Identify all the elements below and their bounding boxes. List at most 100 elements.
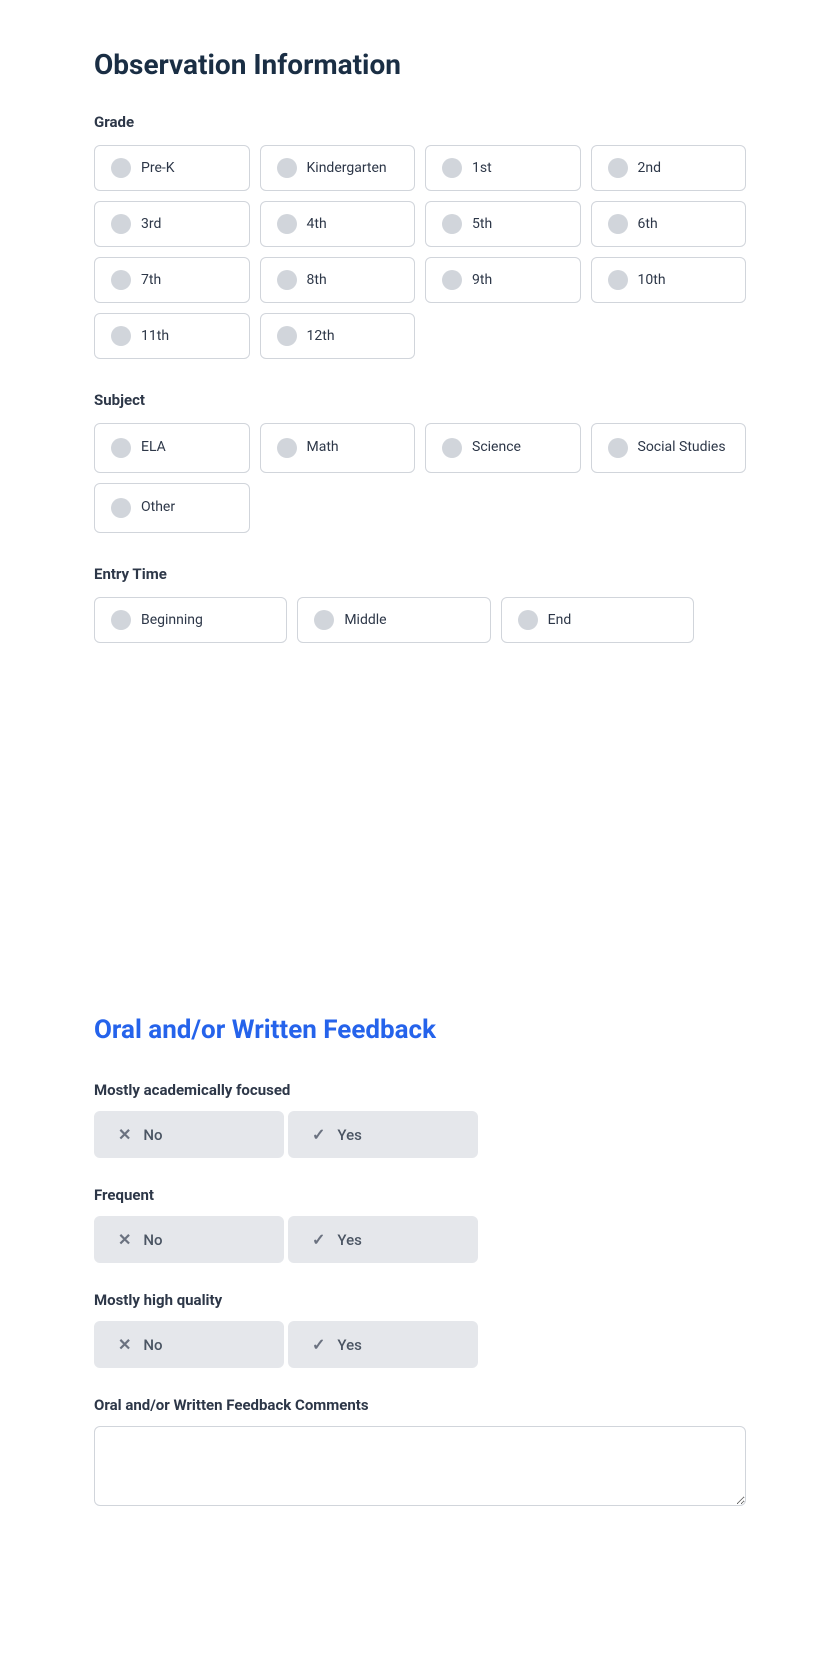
radio-circle [442,214,462,234]
radio-circle [111,610,131,630]
toggle-no-label: No [143,1336,162,1354]
x-icon: ✕ [118,1230,131,1249]
entry-time-field-group: Entry Time Beginning Middle End [94,565,746,643]
grade-option-4th[interactable]: 4th [260,201,416,247]
grade-option-1st-label: 1st [472,160,492,176]
subject-option-science[interactable]: Science [425,423,581,473]
radio-circle [442,158,462,178]
subject-grid: ELA Math Science Social Studies Oth [94,423,746,533]
radio-circle [442,438,462,458]
feedback-label-frequent: Frequent [94,1186,746,1204]
entry-time-option-end[interactable]: End [501,597,694,643]
entry-time-option-middle-label: Middle [344,612,386,628]
grade-option-prek-label: Pre-K [141,160,175,176]
radio-circle [314,610,334,630]
toggle-yes-label: Yes [337,1231,361,1249]
toggle-no-label: No [143,1231,162,1249]
radio-circle [111,270,131,290]
subject-option-math[interactable]: Math [260,423,416,473]
subject-field-group: Subject ELA Math Science Social Studies [94,391,746,533]
toggle-yes-label: Yes [337,1126,361,1144]
radio-circle [608,438,628,458]
feedback-label-high-quality: Mostly high quality [94,1291,746,1309]
entry-time-option-middle[interactable]: Middle [297,597,490,643]
grade-option-10th[interactable]: 10th [591,257,747,303]
grade-option-3rd-label: 3rd [141,216,161,232]
radio-circle [111,438,131,458]
observation-section: Observation Information Grade Pre-K Kind… [94,48,746,643]
toggle-yes-frequent[interactable]: ✓ Yes [288,1216,478,1263]
grade-option-6th[interactable]: 6th [591,201,747,247]
feedback-field-academically-focused: Mostly academically focused ✕ No ✓ Yes [94,1081,746,1158]
grade-option-9th-label: 9th [472,272,492,288]
grade-option-2nd[interactable]: 2nd [591,145,747,191]
observation-section-title: Observation Information [94,48,746,81]
grade-option-11th[interactable]: 11th [94,313,250,359]
feedback-label-academically-focused: Mostly academically focused [94,1081,746,1099]
radio-circle [277,214,297,234]
subject-option-other[interactable]: Other [94,483,250,533]
grade-option-5th-label: 5th [472,216,492,232]
toggle-no-frequent[interactable]: ✕ No [94,1216,284,1263]
feedback-field-high-quality: Mostly high quality ✕ No ✓ Yes [94,1291,746,1368]
grade-option-1st[interactable]: 1st [425,145,581,191]
grade-grid: Pre-K Kindergarten 1st 2nd 3rd [94,145,746,359]
subject-option-social-studies[interactable]: Social Studies [591,423,747,473]
radio-circle [608,270,628,290]
grade-option-12th-label: 12th [307,328,335,344]
toggle-yes-academically-focused[interactable]: ✓ Yes [288,1111,478,1158]
check-icon: ✓ [312,1335,325,1354]
entry-time-option-beginning-label: Beginning [141,612,203,628]
radio-circle [111,214,131,234]
grade-option-4th-label: 4th [307,216,327,232]
check-icon: ✓ [312,1125,325,1144]
radio-circle [608,158,628,178]
entry-time-option-beginning[interactable]: Beginning [94,597,287,643]
grade-option-3rd[interactable]: 3rd [94,201,250,247]
subject-option-math-label: Math [307,438,339,458]
grade-option-kindergarten-label: Kindergarten [307,160,387,176]
subject-option-other-label: Other [141,498,175,518]
grade-option-10th-label: 10th [638,272,666,288]
grade-option-kindergarten[interactable]: Kindergarten [260,145,416,191]
radio-circle [277,326,297,346]
entry-time-option-end-label: End [548,612,572,628]
feedback-comments-label: Oral and/or Written Feedback Comments [94,1396,746,1414]
feedback-comments-input[interactable] [94,1426,746,1506]
grade-option-prek[interactable]: Pre-K [94,145,250,191]
grade-option-8th-label: 8th [307,272,327,288]
grade-option-12th[interactable]: 12th [260,313,416,359]
radio-circle [608,214,628,234]
radio-circle [111,498,131,518]
radio-circle [277,438,297,458]
subject-option-ela[interactable]: ELA [94,423,250,473]
page-container: Observation Information Grade Pre-K Kind… [0,0,840,1586]
toggle-no-academically-focused[interactable]: ✕ No [94,1111,284,1158]
subject-option-science-label: Science [472,438,521,458]
grade-field-group: Grade Pre-K Kindergarten 1st 2nd [94,113,746,359]
feedback-field-comments: Oral and/or Written Feedback Comments [94,1396,746,1510]
toggle-yes-high-quality[interactable]: ✓ Yes [288,1321,478,1368]
x-icon: ✕ [118,1335,131,1354]
radio-circle [277,270,297,290]
toggle-group-academically-focused: ✕ No ✓ Yes [94,1111,746,1158]
toggle-group-high-quality: ✕ No ✓ Yes [94,1321,746,1368]
entry-time-label: Entry Time [94,565,746,583]
grade-option-5th[interactable]: 5th [425,201,581,247]
grade-option-9th[interactable]: 9th [425,257,581,303]
x-icon: ✕ [118,1125,131,1144]
subject-option-ela-label: ELA [141,438,166,458]
radio-circle [111,326,131,346]
feedback-section-title: Oral and/or Written Feedback [94,1015,746,1045]
toggle-yes-label: Yes [337,1336,361,1354]
radio-circle [111,158,131,178]
entry-time-grid: Beginning Middle End [94,597,694,643]
feedback-field-frequent: Frequent ✕ No ✓ Yes [94,1186,746,1263]
radio-circle [518,610,538,630]
grade-option-7th[interactable]: 7th [94,257,250,303]
spacer [94,675,746,1015]
grade-option-8th[interactable]: 8th [260,257,416,303]
grade-option-7th-label: 7th [141,272,161,288]
toggle-no-high-quality[interactable]: ✕ No [94,1321,284,1368]
subject-label: Subject [94,391,746,409]
